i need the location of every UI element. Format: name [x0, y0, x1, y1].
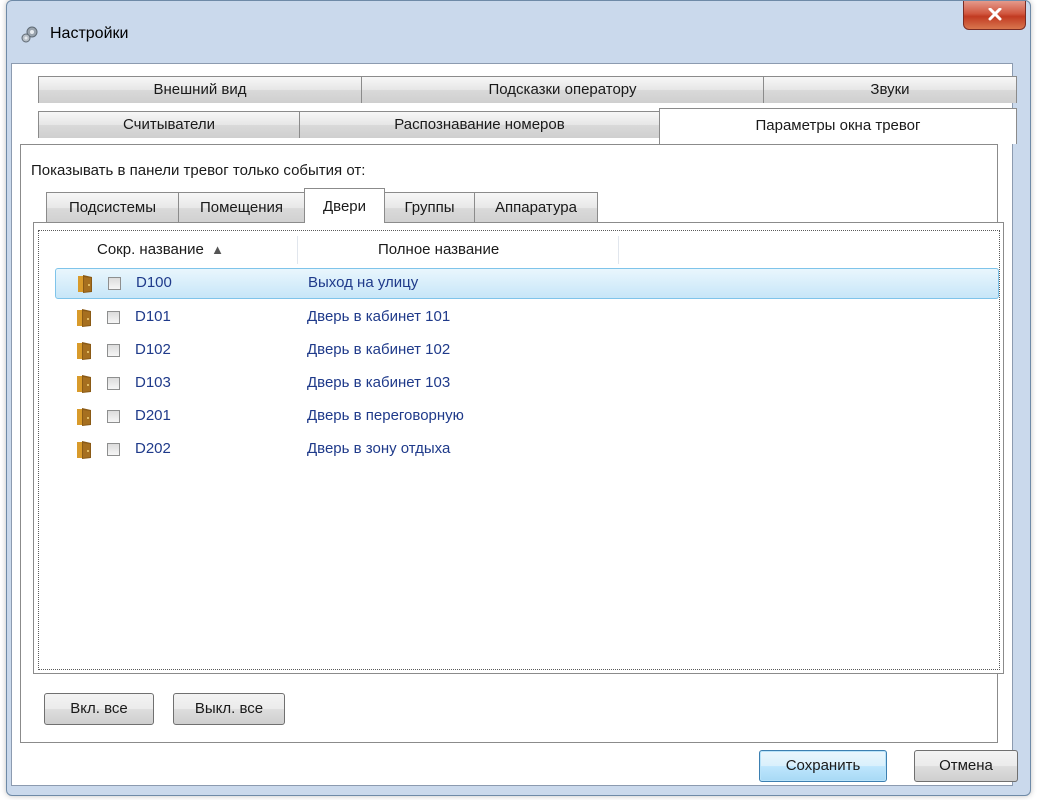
save-button[interactable]: Сохранить — [759, 750, 887, 782]
subtab-groups[interactable]: Группы — [384, 192, 475, 223]
list-item[interactable]: D201 Дверь в переговорную — [55, 402, 999, 433]
close-icon — [988, 8, 1002, 21]
button-label: Вкл. все — [70, 700, 128, 717]
subtab-subsystems[interactable]: Подсистемы — [46, 192, 179, 223]
sort-ascending-icon: ▲ — [211, 242, 224, 257]
door-icon — [77, 408, 91, 426]
subtab-doors[interactable]: Двери — [304, 188, 385, 223]
tab-sounds[interactable]: Звуки — [763, 76, 1017, 103]
tab-label: Подсказки оператору — [488, 81, 637, 98]
row-short-name: D202 — [135, 440, 171, 457]
button-label: Выкл. все — [194, 700, 264, 717]
tab-label: Считыватели — [123, 116, 215, 133]
column-header-full-name[interactable]: Полное название — [378, 234, 499, 265]
column-separator[interactable] — [297, 236, 298, 264]
door-icon — [77, 441, 91, 459]
row-full-name: Дверь в переговорную — [307, 407, 464, 424]
button-label: Отмена — [939, 757, 993, 774]
column-separator[interactable] — [618, 236, 619, 264]
column-header-label: Сокр. название — [97, 241, 204, 258]
row-short-name: D101 — [135, 308, 171, 325]
enable-all-button[interactable]: Вкл. все — [44, 693, 154, 725]
door-icon — [78, 275, 92, 293]
list-item[interactable]: D102 Дверь в кабинет 102 — [55, 336, 999, 367]
list-item[interactable]: D202 Дверь в зону отдыха — [55, 435, 999, 466]
subtab-label: Группы — [404, 199, 455, 216]
column-header-label: Полное название — [378, 241, 500, 258]
tab-appearance[interactable]: Внешний вид — [38, 76, 362, 103]
tab-label: Внешний вид — [153, 81, 247, 98]
subtab-label: Помещения — [199, 199, 284, 216]
row-full-name: Дверь в зону отдыха — [307, 440, 451, 457]
row-checkbox[interactable] — [107, 443, 120, 456]
row-full-name: Дверь в кабинет 103 — [307, 374, 451, 391]
window-title: Настройки — [50, 25, 129, 42]
disable-all-button[interactable]: Выкл. все — [173, 693, 285, 725]
tab-alarm-window-params[interactable]: Параметры окна тревог — [659, 108, 1017, 144]
row-checkbox[interactable] — [107, 311, 120, 324]
settings-gear-icon — [21, 26, 38, 43]
row-checkbox[interactable] — [107, 377, 120, 390]
row-short-name: D102 — [135, 341, 171, 358]
subtab-label: Двери — [322, 198, 367, 215]
cancel-button[interactable]: Отмена — [914, 750, 1018, 782]
filter-label: Показывать в панели тревог только событи… — [31, 162, 366, 179]
title-bar[interactable]: Настройки — [7, 1, 1030, 67]
subtab-label: Подсистемы — [68, 199, 157, 216]
list-item[interactable]: D100 Выход на улицу — [55, 268, 999, 299]
row-short-name: D103 — [135, 374, 171, 391]
tab-label: Звуки — [870, 81, 910, 98]
subtab-hardware[interactable]: Аппаратура — [474, 192, 598, 223]
close-button[interactable] — [963, 1, 1026, 30]
door-icon — [77, 342, 91, 360]
tab-label: Распознавание номеров — [394, 116, 565, 133]
door-icon — [77, 309, 91, 327]
row-full-name: Дверь в кабинет 102 — [307, 341, 451, 358]
tab-label: Параметры окна тревог — [755, 117, 921, 134]
tab-readers[interactable]: Считыватели — [38, 111, 300, 138]
row-full-name: Выход на улицу — [308, 274, 419, 291]
list-item[interactable]: D103 Дверь в кабинет 103 — [55, 369, 999, 400]
row-checkbox[interactable] — [107, 344, 120, 357]
tab-operator-hints[interactable]: Подсказки оператору — [361, 76, 764, 103]
row-checkbox[interactable] — [107, 410, 120, 423]
row-checkbox[interactable] — [108, 277, 121, 290]
row-short-name: D201 — [135, 407, 171, 424]
tab-plate-recognition[interactable]: Распознавание номеров — [299, 111, 660, 138]
column-header-short-name[interactable]: Сокр. название ▲ — [97, 234, 224, 265]
row-short-name: D100 — [136, 274, 172, 291]
subtab-label: Аппаратура — [494, 199, 577, 216]
subtab-rooms[interactable]: Помещения — [178, 192, 305, 223]
row-full-name: Дверь в кабинет 101 — [307, 308, 451, 325]
door-icon — [77, 375, 91, 393]
list-item[interactable]: D101 Дверь в кабинет 101 — [55, 303, 999, 334]
button-label: Сохранить — [785, 757, 861, 774]
